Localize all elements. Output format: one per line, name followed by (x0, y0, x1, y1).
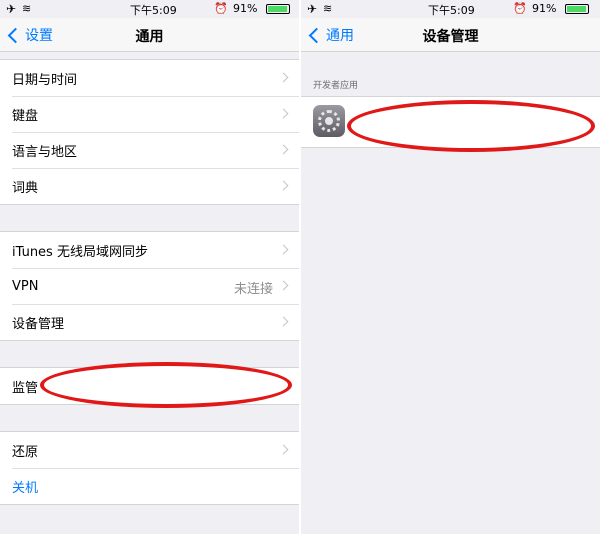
battery-icon (565, 4, 589, 14)
cell-date-time[interactable]: 日期与时间 (0, 60, 299, 96)
cell-label: VPN (12, 278, 39, 294)
cell-language-region[interactable]: 语言与地区 (0, 132, 299, 168)
cell-label: 语言与地区 (12, 144, 78, 160)
page-title: 设备管理 (422, 29, 479, 45)
cell-label: 还原 (12, 444, 39, 460)
device-management-screen: ✈ ≋ 下午5:09 ⏰ 91% 通用 设备管理 开发者应用 (301, 0, 600, 534)
vpn-status: 未连接 (233, 282, 273, 297)
status-bar: ✈ ≋ 下午5:09 ⏰ 91% (301, 0, 600, 18)
settings-group-1: 日期与时间 键盘 语言与地区 词典 (0, 59, 299, 205)
chevron-right-icon (278, 144, 289, 155)
page-title: 通用 (135, 29, 164, 45)
status-bar: ✈ ≋ 下午5:09 ⏰ 91% (0, 0, 299, 18)
settings-group-2: iTunes 无线局域网同步 VPN 未连接 设备管理 (0, 231, 299, 341)
cell-label: 设备管理 (12, 316, 65, 332)
cell-label: iTunes 无线局域网同步 (12, 244, 148, 260)
redaction-ellipse (347, 100, 595, 152)
chevron-right-icon (278, 72, 289, 83)
cell-label: 监管 (12, 380, 39, 396)
chevron-right-icon (278, 444, 289, 455)
navigation-bar: 设置 通用 (0, 18, 299, 52)
cell-device-management[interactable]: 设备管理 (0, 304, 299, 340)
cell-label: 键盘 (12, 108, 39, 124)
cell-vpn[interactable]: VPN 未连接 (0, 268, 299, 304)
airplane-icon: ✈ (307, 2, 318, 16)
alarm-icon: ⏰ (214, 2, 228, 15)
cell-shutdown[interactable]: 关机 (0, 468, 299, 504)
wifi-icon: ≋ (323, 2, 333, 15)
general-settings-screen: ✈ ≋ 下午5:09 ⏰ 91% 设置 通用 日期与时间 键盘 语言与地区 词典… (0, 0, 299, 534)
chevron-right-icon (278, 244, 289, 255)
redaction-ellipse (40, 362, 292, 408)
status-time: 下午5:09 (428, 4, 475, 17)
chevron-right-icon (278, 180, 289, 191)
status-time: 下午5:09 (130, 4, 177, 17)
cell-reset[interactable]: 还原 (0, 432, 299, 468)
battery-icon (266, 4, 290, 14)
navigation-bar: 通用 设备管理 (301, 18, 600, 52)
section-header-developer-apps: 开发者应用 (313, 81, 359, 91)
cell-dictionary[interactable]: 词典 (0, 168, 299, 204)
battery-percent: 91% (532, 2, 557, 15)
battery-percent: 91% (233, 2, 258, 15)
settings-group-4: 还原 关机 (0, 431, 299, 505)
chevron-right-icon (278, 108, 289, 119)
cell-keyboard[interactable]: 键盘 (0, 96, 299, 132)
chevron-right-icon (278, 316, 289, 327)
alarm-icon: ⏰ (513, 2, 527, 15)
cell-label: 日期与时间 (12, 72, 78, 88)
cell-itunes-wifi-sync[interactable]: iTunes 无线局域网同步 (0, 232, 299, 268)
settings-gear-icon (313, 105, 345, 137)
cell-label: 关机 (12, 480, 39, 496)
chevron-right-icon (278, 280, 289, 291)
wifi-icon: ≋ (22, 2, 32, 15)
cell-label: 词典 (12, 180, 39, 196)
airplane-icon: ✈ (6, 2, 17, 16)
